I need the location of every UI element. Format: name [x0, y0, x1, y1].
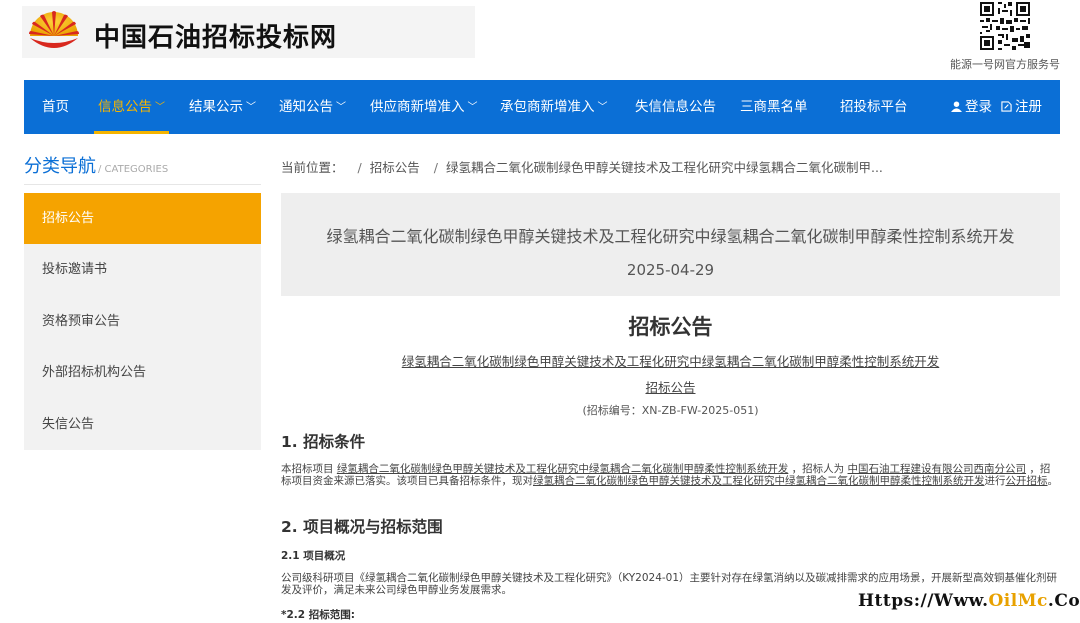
nav-dishonesty-label: 失信信息公告	[635, 99, 716, 115]
login-label: 登录	[965, 99, 992, 115]
breadcrumb-prefix: 当前位置：	[281, 160, 344, 175]
article-date: 2025-04-29	[626, 261, 715, 279]
article-title-box: 绿氢耦合二氧化碳制绿色甲醇关键技术及工程化研究中绿氢耦合二氧化碳制甲醇柔性控制系…	[281, 193, 1060, 296]
bidding-method-link[interactable]: 公开招标	[1006, 475, 1048, 487]
watermark-post: .Com	[1047, 591, 1080, 611]
article-title: 绿氢耦合二氧化碳制绿色甲醇关键技术及工程化研究中绿氢耦合二氧化碳制甲醇柔性控制系…	[326, 227, 1015, 246]
edit-document-icon	[1001, 101, 1012, 112]
article-heading: 招标公告	[628, 315, 713, 339]
qr-code-icon	[978, 0, 1032, 52]
sidebar-item-dishonesty[interactable]: 失信公告	[24, 399, 261, 450]
chevron-down-icon: ﹀	[336, 102, 346, 113]
site-name: 中国石油招标投标网	[94, 23, 338, 53]
nav-supplier-access-label: 供应商新增准入	[370, 99, 465, 115]
para-text: 。	[1047, 475, 1059, 487]
para-text: 本招标项目	[281, 463, 337, 475]
watermark-pre: Https://Www.	[858, 591, 989, 611]
sidebar-divider	[24, 184, 261, 185]
nav-results[interactable]: 结果公示 ﹀	[189, 80, 256, 134]
sidebar-item-tender-notice[interactable]: 招标公告	[24, 193, 261, 244]
nav-notifications[interactable]: 通知公告 ﹀	[279, 80, 346, 134]
tender-code: (招标编号：XN-ZB-FW-2025-051)	[582, 404, 759, 417]
para-text: 进行	[984, 475, 1006, 487]
nav-info-notices[interactable]: 信息公告 ﹀	[94, 80, 169, 134]
chevron-down-icon: ﹀	[246, 102, 256, 113]
sidebar-item-prequalification[interactable]: 资格预审公告	[24, 296, 261, 347]
project-name-link[interactable]: 绿氢耦合二氧化碳制绿色甲醇关键技术及工程化研究中绿氢耦合二氧化碳制甲醇柔性控制系…	[337, 463, 789, 475]
nav-home[interactable]: 首页	[42, 80, 69, 134]
sidebar-item-invitation[interactable]: 投标邀请书	[24, 244, 261, 295]
subsection-heading-scope: *2.2 招标范围:	[281, 609, 355, 621]
project-name-link[interactable]: 绿氢耦合二氧化碳制绿色甲醇关键技术及工程化研究中绿氢耦合二氧化碳制甲醇柔性控制系…	[533, 475, 985, 487]
nav-results-label: 结果公示	[189, 99, 243, 115]
sidebar-title-cn: 分类导航	[24, 156, 96, 177]
breadcrumb-separator: /	[357, 160, 362, 175]
nav-notifications-label: 通知公告	[279, 99, 333, 115]
nav-dishonesty[interactable]: 失信信息公告	[635, 80, 716, 134]
nav-contractor-access[interactable]: 承包商新增准入 ﹀	[500, 80, 608, 134]
breadcrumb: 当前位置： / 招标公告 / 绿氢耦合二氧化碳制绿色甲醇关键技术及工程化研究中绿氢耦合二…	[281, 157, 1061, 176]
breadcrumb-category-link[interactable]: 招标公告	[370, 160, 420, 175]
petrochina-logo-icon	[29, 11, 79, 48]
site-logo-area[interactable]: 中国石油招标投标网	[22, 6, 475, 58]
sidebar-title: 分类导航 / CATEGORIES	[24, 152, 168, 178]
section-heading-overview: 2. 项目概况与招标范围	[281, 518, 443, 536]
nav-bidding-platform[interactable]: 招投标平台	[840, 80, 908, 134]
sidebar-list: 招标公告 投标邀请书 资格预审公告 外部招标机构公告 失信公告	[24, 193, 261, 450]
nav-contractor-access-label: 承包商新增准入	[500, 99, 595, 115]
sidebar-title-en: / CATEGORIES	[98, 164, 169, 175]
chevron-down-icon: ﹀	[597, 102, 608, 113]
qr-caption: 能源一号网官方服务号	[950, 58, 1060, 71]
breadcrumb-separator: /	[433, 160, 438, 175]
user-icon	[951, 101, 962, 112]
section-conditions-paragraph: 本招标项目 绿氢耦合二氧化碳制绿色甲醇关键技术及工程化研究中绿氢耦合二氧化碳制甲…	[281, 463, 1060, 487]
article-subtitle-notice: 招标公告	[645, 380, 696, 395]
nav-supplier-access[interactable]: 供应商新增准入 ﹀	[370, 80, 478, 134]
tenderer-name-link[interactable]: 中国石油工程建设有限公司西南分公司	[848, 463, 1027, 475]
site-watermark: Https://Www.OilMc.Com	[858, 591, 1080, 611]
nav-blacklist-label: 三商黑名单	[740, 99, 808, 115]
breadcrumb-current: 绿氢耦合二氧化碳制绿色甲醇关键技术及工程化研究中绿氢耦合二氧化碳制甲...	[445, 160, 883, 175]
para-text: ，招标人为	[788, 463, 848, 475]
register-link[interactable]: 注册	[1001, 80, 1042, 134]
nav-bidding-platform-label: 招投标平台	[840, 99, 908, 115]
main-nav: 首页 信息公告 ﹀ 结果公示 ﹀ 通知公告 ﹀ 供应商新增准入 ﹀ 承包商新增准入 ﹀ 失…	[24, 80, 1060, 134]
chevron-down-icon: ﹀	[155, 102, 165, 113]
chevron-down-icon: ﹀	[467, 102, 478, 113]
login-link[interactable]: 登录	[951, 80, 992, 134]
nav-blacklist[interactable]: 三商黑名单	[740, 80, 808, 134]
register-label: 注册	[1015, 99, 1042, 115]
sidebar-item-external-agency[interactable]: 外部招标机构公告	[24, 347, 261, 398]
subsection-heading-overview: 2.1 项目概况	[281, 550, 346, 562]
article-subtitle: 绿氢耦合二氧化碳制绿色甲醇关键技术及工程化研究中绿氢耦合二氧化碳制甲醇柔性控制系…	[401, 354, 940, 369]
nav-info-notices-label: 信息公告	[98, 99, 152, 115]
watermark-highlight: OilMc	[988, 591, 1048, 611]
nav-home-label: 首页	[42, 99, 69, 115]
section-heading-conditions: 1. 招标条件	[281, 433, 366, 451]
site-header: 中国石油招标投标网 能源一号网官方服务号	[0, 0, 1080, 80]
